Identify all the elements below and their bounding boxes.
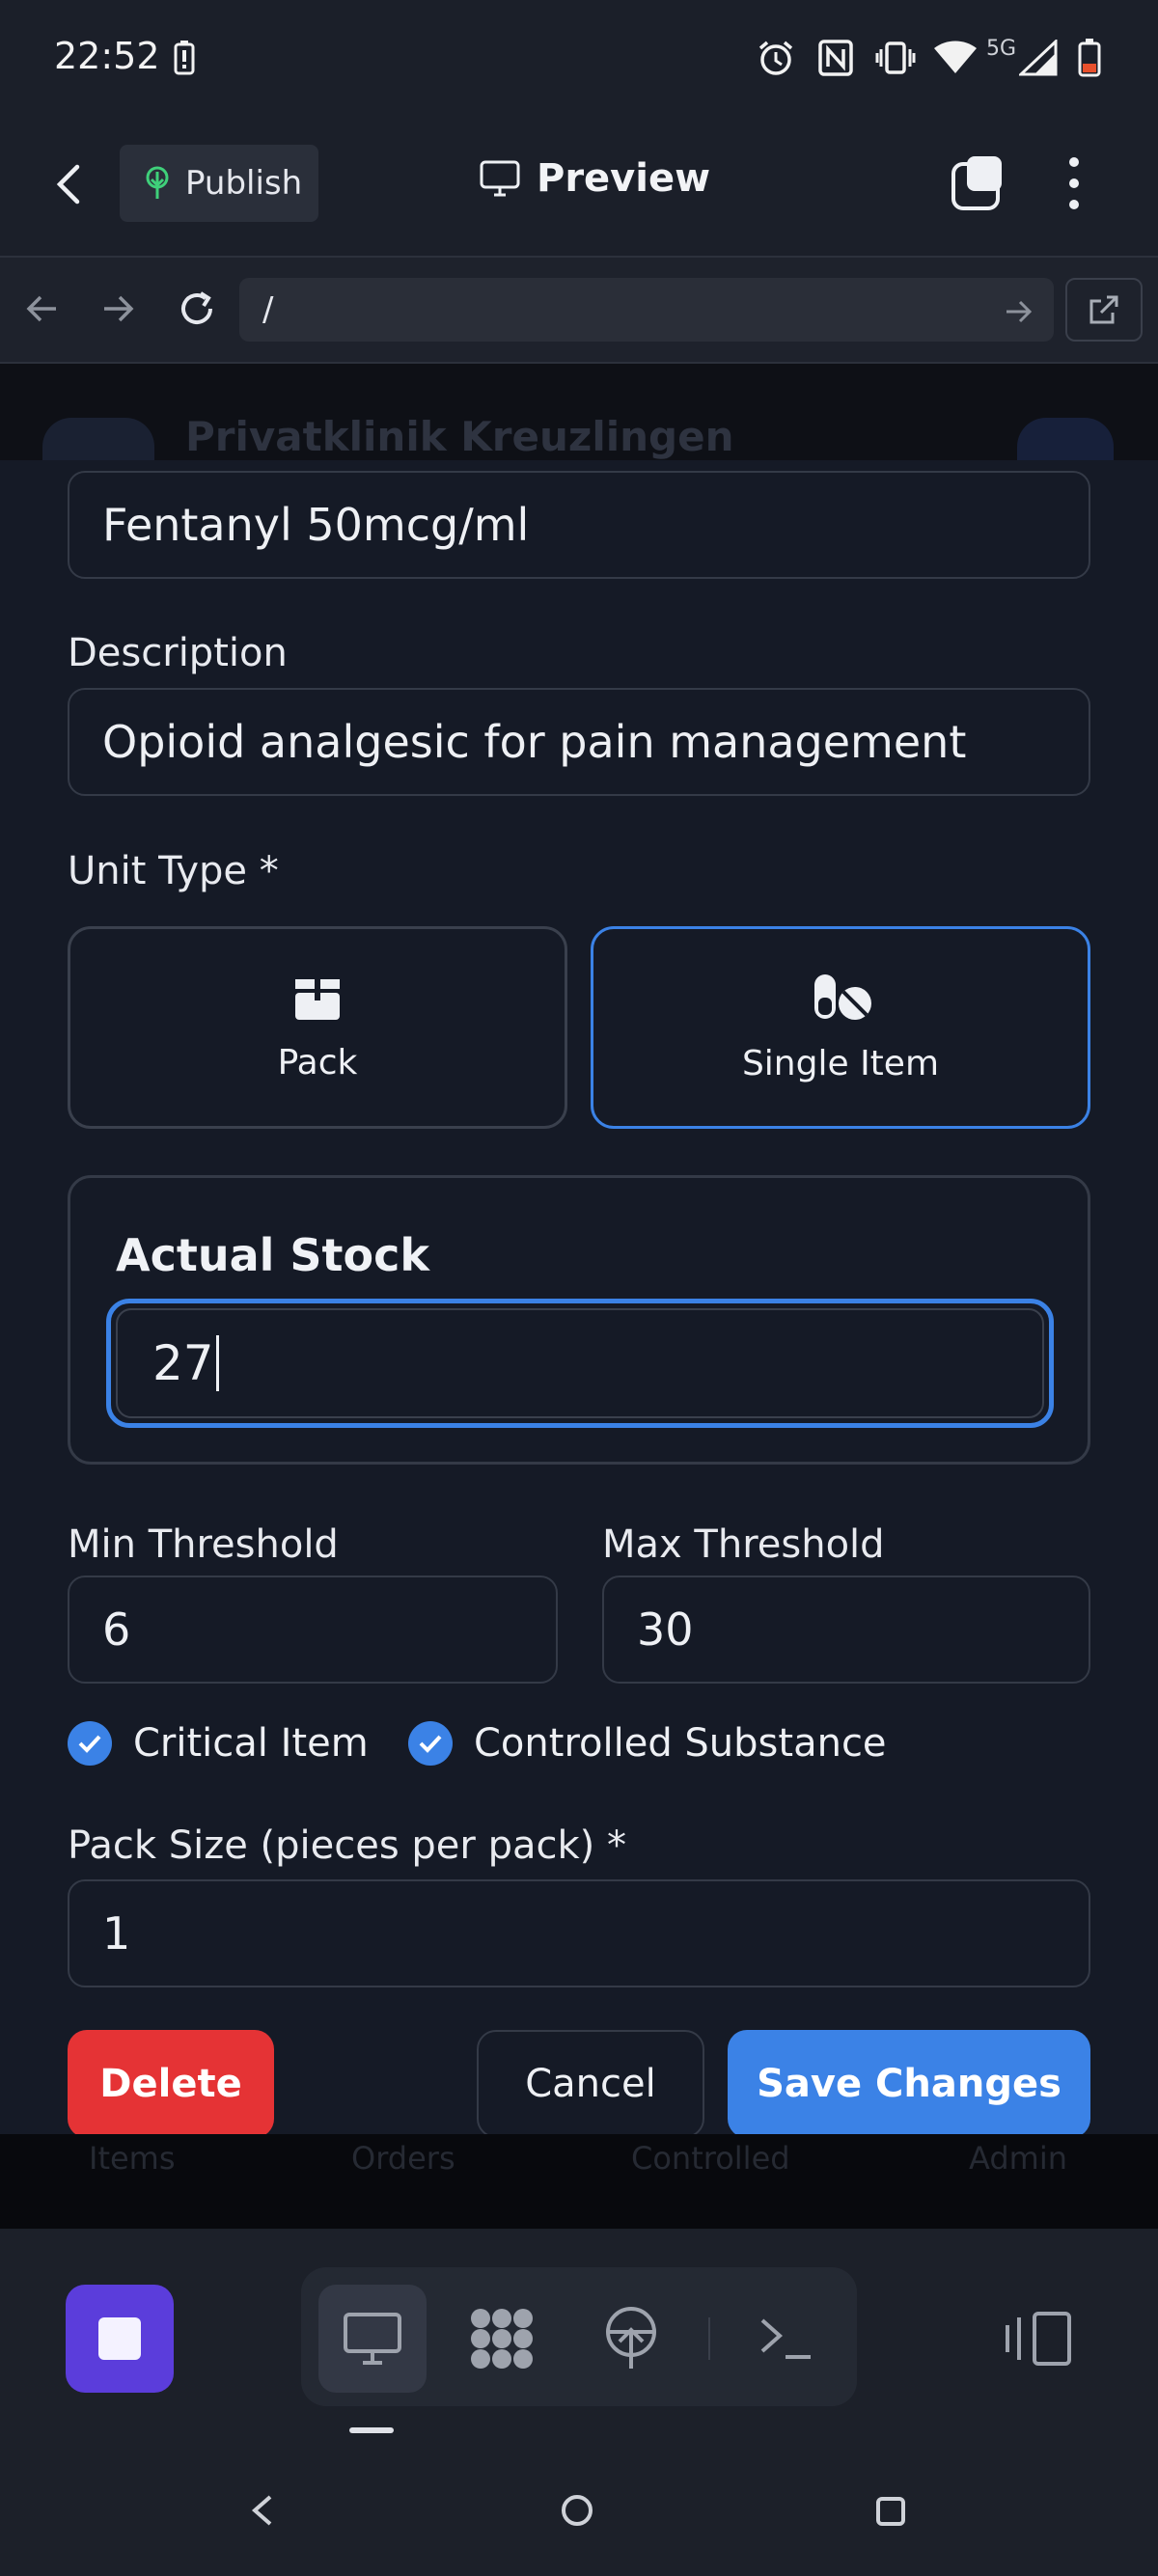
item-name-input[interactable]: Fentanyl 50mcg/ml xyxy=(68,471,1090,579)
tool-divider xyxy=(708,2317,710,2360)
tool-agent[interactable] xyxy=(448,2285,556,2393)
vibrate-icon xyxy=(874,37,917,79)
unit-option-pack[interactable]: Pack xyxy=(68,926,567,1129)
actual-stock-input[interactable]: 27 xyxy=(106,1299,1054,1428)
tool-shell[interactable] xyxy=(731,2285,840,2393)
min-threshold-input[interactable]: 6 xyxy=(68,1576,558,1684)
publish-label: Publish xyxy=(185,164,303,203)
android-recents-button[interactable] xyxy=(874,2495,907,2528)
user-avatar xyxy=(1017,418,1114,460)
actual-stock-label: Actual Stock xyxy=(116,1229,430,1281)
clinic-logo xyxy=(42,418,154,460)
publish-button[interactable]: Publish xyxy=(120,145,318,222)
description-label: Description xyxy=(68,631,288,675)
critical-item-label: Critical Item xyxy=(133,1721,369,1766)
nfc-icon xyxy=(816,37,855,79)
panel-layout-icon xyxy=(1006,2312,1071,2366)
browser-forward-button[interactable] xyxy=(100,291,139,330)
nav-tab-controlled: Controlled xyxy=(631,2140,790,2177)
unit-option-label: Single Item xyxy=(741,1043,940,1083)
arrow-right-icon xyxy=(104,295,134,322)
preview-label: Preview xyxy=(537,156,711,201)
signal-icon xyxy=(1017,37,1060,79)
nav-tab-items: Items xyxy=(89,2140,176,2177)
reload-icon xyxy=(181,291,212,324)
stop-button[interactable] xyxy=(66,2285,174,2393)
battery-icon xyxy=(1075,37,1104,79)
wifi-icon xyxy=(932,37,979,79)
cancel-button[interactable]: Cancel xyxy=(477,2030,704,2138)
preview-tab[interactable]: Preview xyxy=(479,156,710,201)
terminal-icon xyxy=(760,2318,811,2359)
critical-item-checkbox[interactable]: Critical Item xyxy=(68,1721,369,1766)
monitor-icon xyxy=(480,160,520,197)
delete-button[interactable]: Delete xyxy=(68,2030,274,2138)
actual-stock-field[interactable]: 27 xyxy=(116,1308,1044,1418)
android-home-button[interactable] xyxy=(560,2493,594,2528)
more-menu-button[interactable] xyxy=(1062,154,1087,212)
actual-stock-value: 27 xyxy=(152,1335,214,1391)
arrow-left-icon xyxy=(26,295,56,322)
external-link-icon xyxy=(1089,295,1118,324)
stop-icon xyxy=(98,2317,141,2360)
alarm-icon xyxy=(755,37,797,79)
tool-preview[interactable] xyxy=(318,2285,427,2393)
description-input[interactable]: Opioid analgesic for pain management xyxy=(68,688,1090,796)
pack-size-input[interactable]: 1 xyxy=(68,1879,1090,1987)
browser-back-button[interactable] xyxy=(25,291,64,330)
pills-icon xyxy=(814,973,871,1020)
chevron-left-icon xyxy=(56,164,80,205)
controlled-substance-checkbox[interactable]: Controlled Substance xyxy=(408,1721,887,1766)
more-vertical-icon xyxy=(1069,157,1079,209)
arrow-right-icon xyxy=(1006,300,1033,323)
nav-tab-orders: Orders xyxy=(351,2140,455,2177)
tabs-button[interactable] xyxy=(950,154,1006,212)
checkmark-icon xyxy=(68,1721,112,1766)
tabs-icon xyxy=(951,156,1002,210)
nav-tab-admin: Admin xyxy=(969,2140,1067,2177)
agent-icon xyxy=(471,2309,533,2369)
controlled-substance-label: Controlled Substance xyxy=(474,1721,887,1766)
publish-tree-icon xyxy=(146,166,169,199)
active-tool-indicator xyxy=(349,2427,394,2433)
min-threshold-label: Min Threshold xyxy=(68,1522,339,1567)
monitor-icon xyxy=(344,2313,401,2365)
unit-type-label: Unit Type * xyxy=(68,849,279,893)
pack-size-label: Pack Size (pieces per pack) * xyxy=(68,1823,626,1868)
tool-deploy[interactable] xyxy=(577,2285,685,2393)
unit-option-single-item[interactable]: Single Item xyxy=(591,926,1090,1129)
go-button[interactable] xyxy=(1004,297,1033,326)
checkmark-icon xyxy=(408,1721,453,1766)
url-input[interactable]: / xyxy=(239,278,1054,342)
battery-saver-icon xyxy=(170,37,199,79)
clinic-name: Privatklinik Kreuzlingen xyxy=(185,413,734,460)
android-back-button[interactable] xyxy=(247,2493,276,2528)
max-threshold-label: Max Threshold xyxy=(602,1522,885,1567)
reload-button[interactable] xyxy=(176,288,218,330)
box-icon xyxy=(295,973,340,1020)
unit-option-label: Pack xyxy=(277,1042,358,1082)
chevron-left-icon xyxy=(251,2495,272,2526)
open-external-button[interactable] xyxy=(1065,278,1143,342)
layout-toggle-button[interactable] xyxy=(1002,2308,1075,2370)
network-type: 5G xyxy=(986,37,1017,61)
max-threshold-input[interactable]: 30 xyxy=(602,1576,1090,1684)
back-button[interactable] xyxy=(56,158,95,210)
deploy-icon xyxy=(606,2307,656,2369)
home-circle-icon xyxy=(562,2495,593,2526)
status-time: 22:52 xyxy=(54,35,160,77)
save-changes-button[interactable]: Save Changes xyxy=(728,2030,1090,2138)
recents-square-icon xyxy=(876,2497,905,2526)
text-caret xyxy=(215,1335,219,1391)
